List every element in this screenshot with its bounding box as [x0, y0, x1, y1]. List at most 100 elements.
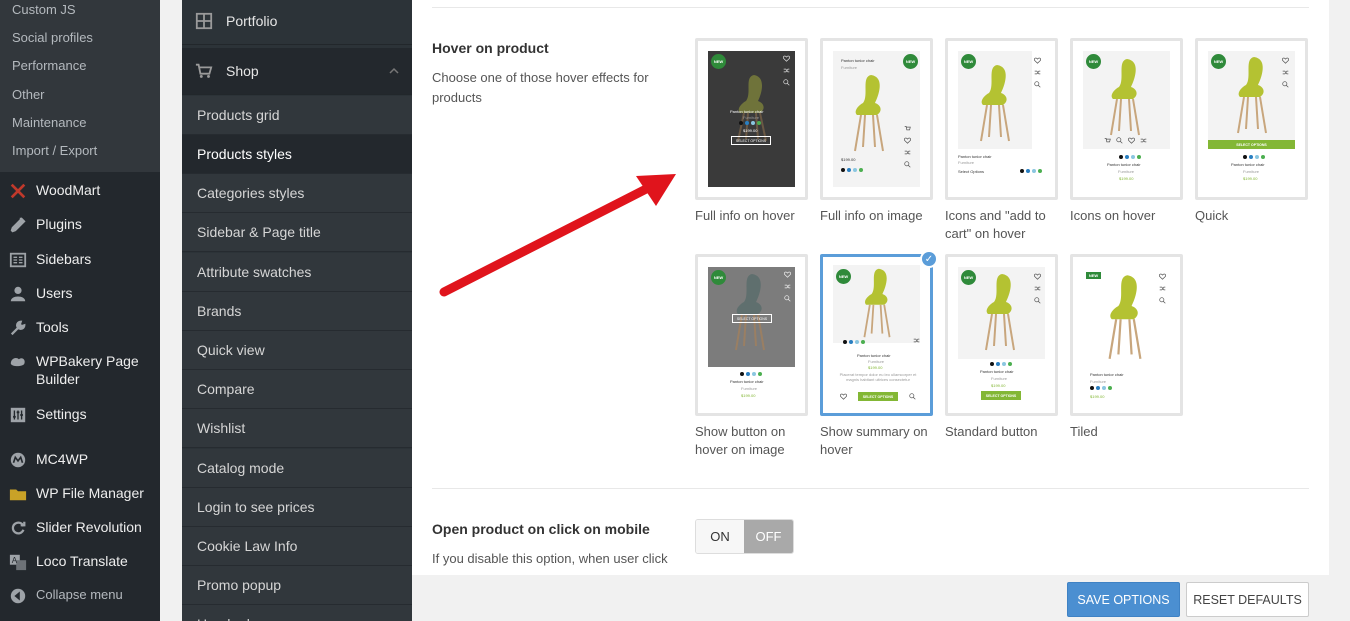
- preview-price: $199.00: [1243, 176, 1258, 181]
- collapse-menu-button[interactable]: Collapse menu: [0, 586, 160, 605]
- shuffle-icon: [1159, 286, 1166, 291]
- menu-mc4wp[interactable]: MC4WP: [0, 450, 160, 469]
- submenu-custom-js[interactable]: Custom JS: [12, 2, 76, 18]
- menu-wp-file-manager[interactable]: WP File Manager: [0, 484, 160, 503]
- mobile-section-title: Open product on click on mobile: [432, 521, 650, 537]
- menu-wpbakery[interactable]: WPBakery Page Builder: [0, 352, 160, 388]
- nav-products-styles[interactable]: Products styles: [182, 135, 412, 174]
- preview-category: Furniture: [958, 160, 975, 165]
- submenu-social-profiles[interactable]: Social profiles: [12, 30, 93, 46]
- woodmart-icon: [0, 181, 36, 200]
- nav-sidebar-page-title[interactable]: Sidebar & Page title: [182, 213, 412, 252]
- chevron-up-icon: [389, 67, 399, 74]
- annotation-arrow: [439, 174, 676, 297]
- preview-product-name: Panton tunior chair: [730, 379, 764, 384]
- chair-image: [1108, 275, 1142, 359]
- hover-option-full-info-on-hover[interactable]: NEW Panton tunior chair Furniture $199.0…: [695, 38, 808, 200]
- preview-price: $199.00: [743, 128, 758, 133]
- toggle-off[interactable]: OFF: [744, 520, 793, 553]
- hover-option-show-button-on-hover-on-image[interactable]: NEW SELECT OPTIONS Panton tunior chair F…: [695, 254, 808, 416]
- preview-icons: [782, 271, 793, 302]
- preview-select-options: SELECT OPTIONS: [732, 314, 772, 323]
- nav-login-to-see-prices[interactable]: Login to see prices: [182, 488, 412, 527]
- toggle-on[interactable]: ON: [696, 520, 744, 553]
- search-icon: [783, 79, 790, 86]
- menu-label: WoodMart: [36, 182, 101, 198]
- shuffle-icon: [904, 150, 911, 155]
- nav-portfolio[interactable]: Portfolio: [182, 0, 412, 45]
- search-icon: [784, 295, 791, 302]
- reset-defaults-button[interactable]: RESET DEFAULTS: [1186, 582, 1309, 617]
- nav-portfolio-label: Portfolio: [226, 13, 278, 29]
- submenu-performance[interactable]: Performance: [12, 58, 86, 74]
- menu-label: Loco Translate: [36, 553, 128, 569]
- nav-promo-popup[interactable]: Promo popup: [182, 566, 412, 605]
- preview-icons: [781, 55, 792, 86]
- preview-icons: [1104, 137, 1147, 144]
- shuffle-icon: [1034, 70, 1041, 75]
- preview-icons: [902, 125, 913, 168]
- nav-attribute-swatches[interactable]: Attribute swatches: [182, 253, 412, 292]
- cart-icon: [904, 126, 911, 131]
- menu-plugins[interactable]: Plugins: [0, 215, 160, 234]
- menu-settings[interactable]: Settings: [0, 405, 160, 424]
- nav-compare[interactable]: Compare: [182, 370, 412, 409]
- chair-image: [1110, 59, 1140, 136]
- menu-tools[interactable]: Tools: [0, 318, 160, 337]
- search-icon: [909, 393, 916, 400]
- hover-option-icons-and-add-to-cart[interactable]: NEW Panton tunior chair Furniture Select…: [945, 38, 1058, 200]
- preview-image: NEW: [958, 51, 1032, 149]
- hover-option-caption: Icons and "add to cart" on hover: [945, 208, 1046, 241]
- preview-price: $199.00: [1119, 176, 1134, 181]
- preview-select-options: SELECT OPTIONS: [858, 392, 898, 401]
- nav-shop-label: Shop: [226, 63, 259, 79]
- shuffle-icon: [1282, 70, 1289, 75]
- menu-label: Sidebars: [36, 251, 92, 267]
- divider: [432, 488, 1309, 489]
- menu-loco-translate[interactable]: A Loco Translate: [0, 552, 160, 571]
- nav-cookie-law-info[interactable]: Cookie Law Info: [182, 527, 412, 566]
- options-footer: SAVE OPTIONS RESET DEFAULTS: [412, 575, 1350, 621]
- nav-catalog-mode[interactable]: Catalog mode: [182, 449, 412, 488]
- submenu-other[interactable]: Other: [12, 87, 45, 103]
- grid-icon: [182, 12, 226, 30]
- mobile-click-toggle[interactable]: ON OFF: [695, 519, 794, 554]
- nav-products-grid[interactable]: Products grid: [182, 96, 412, 135]
- menu-sidebars[interactable]: Sidebars: [0, 250, 160, 269]
- preview-icons: [1032, 273, 1043, 304]
- hover-option-quick[interactable]: NEW SELECT OPTIONS Panton tunior chair F…: [1195, 38, 1308, 200]
- hover-option-tiled[interactable]: NEW Panton tunior chair Furniture $199.0…: [1070, 254, 1183, 416]
- hover-option-standard-button[interactable]: NEW Panton tunior chair Furniture $199.0…: [945, 254, 1058, 416]
- nav-quick-view[interactable]: Quick view: [182, 331, 412, 370]
- hover-section-title: Hover on product: [432, 40, 549, 56]
- nav-header-banner[interactable]: Header banner: [182, 605, 412, 621]
- heart-icon: [1034, 57, 1041, 64]
- hover-option-full-info-on-image[interactable]: Panton tunior chair Furniture NEW $199.0…: [820, 38, 933, 200]
- preview-icons: [1032, 57, 1043, 88]
- menu-users[interactable]: Users: [0, 284, 160, 303]
- heart-icon: [784, 271, 791, 278]
- mobile-section-description: If you disable this option, when user cl…: [432, 551, 668, 566]
- preview-product-name: Panton tunior chair: [980, 369, 1014, 374]
- menu-slider-revolution[interactable]: Slider Revolution: [0, 518, 160, 537]
- heart-icon: [1034, 273, 1041, 280]
- save-options-button[interactable]: SAVE OPTIONS: [1067, 582, 1180, 617]
- submenu-import-export[interactable]: Import / Export: [12, 143, 97, 159]
- nav-shop[interactable]: Shop: [182, 48, 412, 95]
- hover-option-icons-on-hover[interactable]: NEW Panton tunior chair Furniture $199.0…: [1070, 38, 1183, 200]
- nav-wishlist[interactable]: Wishlist: [182, 409, 412, 448]
- nav-brands[interactable]: Brands: [182, 292, 412, 331]
- refresh-icon: [0, 518, 36, 537]
- chair-image: [863, 268, 891, 338]
- preview-price: $199.00: [991, 383, 1006, 388]
- color-swatches: [1119, 155, 1141, 159]
- preview-icons: [1157, 273, 1168, 304]
- chair-image: [980, 65, 1010, 142]
- nav-categories-styles[interactable]: Categories styles: [182, 174, 412, 213]
- hover-option-caption: Full info on hover: [695, 208, 795, 223]
- hover-option-show-summary-on-hover[interactable]: NEW Panton tunior chair Furniture $199.0…: [820, 254, 933, 416]
- submenu-maintenance[interactable]: Maintenance: [12, 115, 86, 131]
- preview-category: Furniture: [1118, 169, 1135, 174]
- menu-woodmart[interactable]: WoodMart: [0, 181, 160, 200]
- preview-category: Furniture: [1090, 379, 1107, 384]
